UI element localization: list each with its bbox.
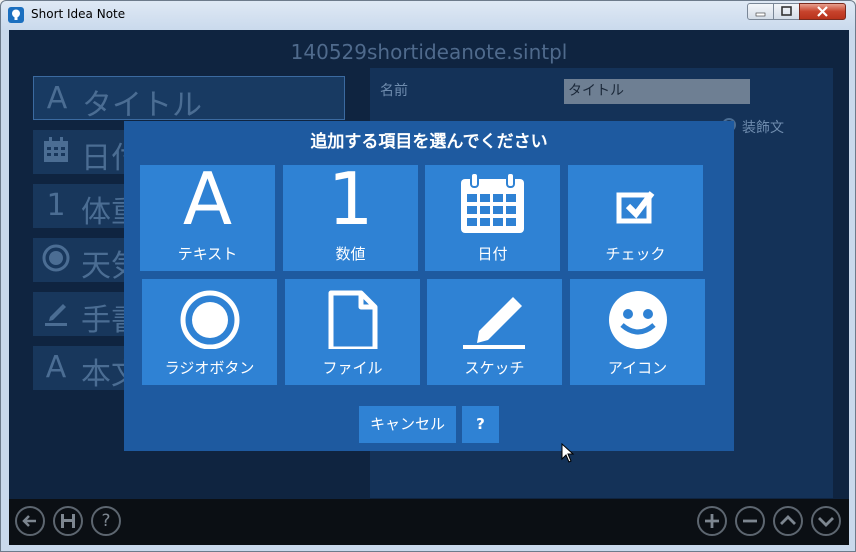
tile-label: チェック xyxy=(605,245,666,263)
list-item[interactable]: A タイトル xyxy=(33,76,345,123)
smiley-icon xyxy=(570,287,705,349)
mouse-cursor-icon xyxy=(561,442,575,467)
move-up-button[interactable] xyxy=(773,506,803,536)
app-window: Short Idea Note 140529shortideanote.sint… xyxy=(0,0,856,552)
list-item-label: タイトル xyxy=(82,88,202,123)
file-icon xyxy=(285,287,420,352)
cancel-button[interactable]: キャンセル xyxy=(359,406,456,443)
number-icon: 1 xyxy=(46,188,66,223)
remove-button[interactable] xyxy=(735,506,765,536)
pencil-icon xyxy=(427,287,562,350)
tile-label: 日付 xyxy=(477,245,508,263)
tile-label: ファイル xyxy=(322,359,383,377)
name-input[interactable]: タイトル xyxy=(564,79,750,104)
app-lightbulb-icon xyxy=(8,7,24,23)
tile-label: アイコン xyxy=(607,359,668,377)
bottom-toolbar: ? xyxy=(9,499,849,545)
save-button[interactable] xyxy=(53,506,83,536)
file-name: 140529shortideanote.sintpl xyxy=(290,40,568,64)
decorated-text-label: 装飾文 xyxy=(742,120,784,136)
tile-text[interactable]: A テキスト xyxy=(140,159,275,271)
dialog-title: 追加する項目を選んでください xyxy=(310,132,548,152)
tile-label: テキスト xyxy=(177,245,238,263)
tile-date[interactable]: 日付 xyxy=(425,165,560,271)
tile-sketch[interactable]: スケッチ xyxy=(427,279,562,385)
pencil-icon xyxy=(39,297,73,331)
add-button[interactable] xyxy=(697,506,727,536)
calendar-icon xyxy=(425,172,560,235)
name-label: 名前 xyxy=(380,83,408,99)
close-button[interactable] xyxy=(799,3,846,20)
window-title: Short Idea Note xyxy=(31,7,126,21)
move-down-button[interactable] xyxy=(811,506,841,536)
tile-number[interactable]: 1 数値 xyxy=(283,159,418,271)
text-icon: A xyxy=(182,157,233,241)
app-content: 140529shortideanote.sintpl A タイトル 日付 1 体… xyxy=(9,30,849,545)
text-icon: A xyxy=(46,81,68,116)
calendar-icon xyxy=(39,135,73,169)
checkbox-icon xyxy=(568,173,703,235)
number-icon: 1 xyxy=(327,157,374,241)
help-button[interactable]: ? xyxy=(91,506,121,536)
back-button[interactable] xyxy=(15,506,45,536)
minimize-button[interactable] xyxy=(747,3,774,20)
tile-icon[interactable]: アイコン xyxy=(570,279,705,385)
radio-icon xyxy=(39,243,73,277)
dialog-help-button[interactable]: ? xyxy=(462,406,499,443)
tile-check[interactable]: チェック xyxy=(568,165,703,271)
radio-icon xyxy=(142,287,277,350)
text-icon: A xyxy=(45,350,67,385)
tile-label: スケッチ xyxy=(464,359,525,377)
maximize-button[interactable] xyxy=(773,3,800,20)
title-bar: Short Idea Note xyxy=(1,1,855,29)
tile-label: 数値 xyxy=(335,245,366,263)
add-item-dialog: 追加する項目を選んでください A テキスト 1 数値 日付 チェック ラジオボタ… xyxy=(124,121,734,451)
tile-label: ラジオボタン xyxy=(164,359,255,377)
tile-radio-button[interactable]: ラジオボタン xyxy=(142,279,277,385)
tile-file[interactable]: ファイル xyxy=(285,279,420,385)
